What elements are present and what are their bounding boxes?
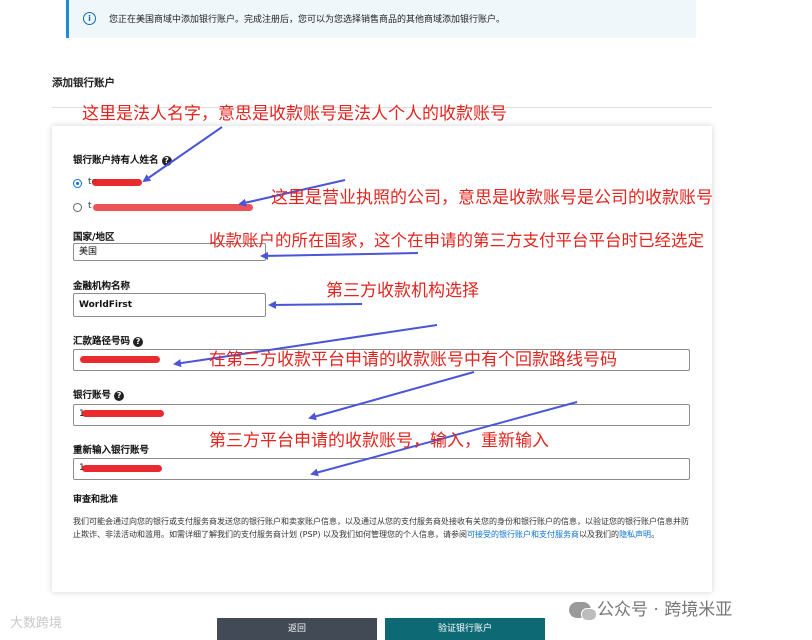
annotation-country: 收款账户的所在国家，这个在申请的第三方支付平台平台时已经选定 bbox=[209, 231, 704, 250]
account-number-label: 银行账号? bbox=[73, 387, 125, 401]
privacy-notice-link[interactable]: 隐私声明 bbox=[619, 530, 651, 539]
help-icon[interactable]: ? bbox=[114, 390, 125, 401]
routing-label: 汇款路径号码? bbox=[73, 333, 144, 347]
info-icon: i bbox=[83, 12, 96, 25]
annotation-holder-name: 这里是法人名字，意思是收款账号是法人个人的收款账号 bbox=[82, 104, 507, 124]
holder-option-1-radio[interactable] bbox=[73, 179, 82, 188]
annotation-institution: 第三方收款机构选择 bbox=[326, 281, 479, 301]
account-number-label-text: 银行账号 bbox=[73, 390, 112, 401]
review-text-mid: 以及我们的 bbox=[579, 530, 620, 539]
info-banner: i 您正在美国商域中添加银行账户。完成注册后，您可以为您选择销售商品的其他商域添… bbox=[66, 0, 696, 38]
help-icon[interactable]: ? bbox=[133, 336, 144, 347]
accepted-accounts-link[interactable]: 可接受的银行账户和支付服务商 bbox=[467, 530, 579, 539]
country-label: 国家/地区 bbox=[73, 232, 115, 243]
account-number-input[interactable]: 1 bbox=[73, 404, 690, 426]
routing-label-text: 汇款路径号码 bbox=[73, 336, 131, 347]
review-title: 审查和批准 bbox=[73, 495, 119, 505]
annotation-account: 第三方平台申请的收款账号，输入，重新输入 bbox=[209, 431, 549, 451]
watermark-right: 公众号 · 跨境米亚 bbox=[569, 595, 733, 621]
redaction-mark bbox=[82, 410, 164, 417]
reenter-account-input[interactable]: 1 bbox=[73, 458, 690, 480]
annotation-routing: 在第三方收款平台申请的收款账号中有个回款路线号码 bbox=[209, 350, 617, 370]
holder-option-2-radio[interactable] bbox=[73, 203, 82, 212]
redaction-mark bbox=[82, 465, 162, 472]
wechat-icon bbox=[569, 602, 597, 621]
holder-option-2-label: t bbox=[88, 201, 92, 211]
info-banner-text: 您正在美国商域中添加银行账户。完成注册后，您可以为您选择销售商品的其他商域添加银… bbox=[109, 15, 506, 25]
redaction-mark bbox=[93, 204, 253, 211]
redaction-mark bbox=[92, 179, 142, 186]
redaction-mark bbox=[80, 356, 160, 363]
annotation-company: 这里是营业执照的公司，意思是收款账号是公司的收款账号 bbox=[271, 188, 713, 208]
watermark-right-text: 公众号 · 跨境米亚 bbox=[597, 600, 733, 620]
review-text: 我们可能会通过向您的银行或支付服务商发送您的银行账户和卖家账户信息，以及通过从您… bbox=[73, 515, 691, 541]
reenter-account-label: 重新输入银行账号 bbox=[73, 445, 150, 456]
holder-name-label: 银行账户持有人姓名? bbox=[73, 152, 172, 166]
institution-select[interactable]: WorldFirst bbox=[73, 293, 266, 317]
holder-name-label-text: 银行账户持有人姓名 bbox=[73, 155, 159, 166]
section-title: 添加银行账户 bbox=[52, 77, 115, 89]
institution-label: 金融机构名称 bbox=[73, 281, 131, 292]
watermark-left: 大数跨境 bbox=[10, 616, 63, 631]
review-text-end: 。 bbox=[651, 530, 660, 539]
help-icon[interactable]: ? bbox=[161, 155, 172, 166]
